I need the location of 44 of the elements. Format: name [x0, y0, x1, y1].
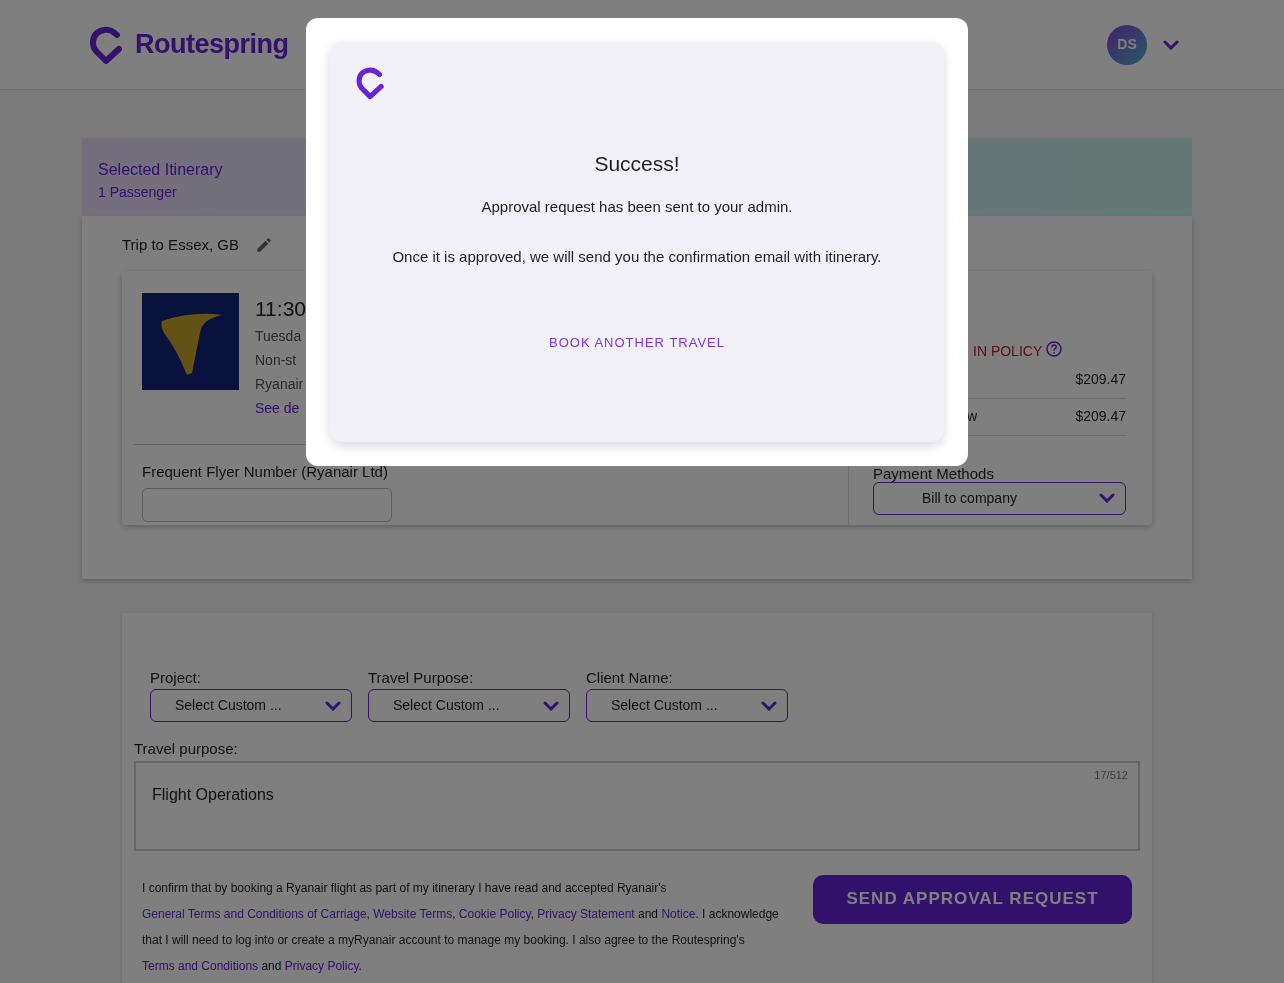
terms-link[interactable]: Privacy Statement	[537, 906, 635, 921]
itinerary-title: Selected Itinerary	[98, 160, 223, 180]
flight-time: 11:30	[255, 295, 306, 322]
character-counter: 17/512	[1094, 767, 1128, 783]
fare-amount: $209.47	[1075, 407, 1126, 426]
passenger-count: 1 Passenger	[98, 183, 177, 202]
custom-select[interactable]: Select Custom ...	[586, 689, 788, 722]
user-avatar[interactable]: DS	[1107, 24, 1147, 65]
policy-status: IN POLICY	[973, 341, 1043, 361]
custom-select[interactable]: Select Custom ...	[150, 689, 352, 722]
details-link[interactable]: See de	[255, 396, 306, 420]
travel-purpose-field[interactable]: Flight Operations 17/512	[134, 760, 1140, 851]
pencil-icon[interactable]	[255, 236, 273, 255]
chevron-down-icon	[761, 700, 777, 711]
field-label: Travel Purpose:	[368, 667, 475, 688]
airline-name: Ryanair	[255, 375, 305, 394]
flight-date: Tuesda	[255, 327, 303, 346]
help-icon[interactable]	[1046, 340, 1063, 357]
terms-link[interactable]: Privacy Policy	[284, 958, 359, 973]
field-label: Project:	[150, 667, 202, 688]
dialog-title: Success!	[593, 151, 681, 177]
custom-select[interactable]: Select Custom ...	[368, 689, 570, 722]
dialog-message: Approval request has been sent to your admin.	[480, 196, 794, 217]
payment-select[interactable]: Bill to company	[873, 481, 1126, 515]
brand-name: Routespring	[135, 28, 289, 62]
frequent-flyer-label: Frequent Flyer Number (Ryanair Ltd)	[142, 462, 389, 482]
flight-stops: Non-st	[255, 351, 298, 370]
book-another-link[interactable]: BOOK ANOTHER TRAVEL	[549, 332, 725, 352]
terms-link[interactable]: Cookie Policy	[458, 906, 531, 921]
trip-title: Trip to Essex, GB	[122, 235, 239, 255]
payment-label: Payment Methods	[873, 465, 995, 482]
chevron-down-icon	[325, 700, 341, 711]
field-label: Client Name:	[586, 667, 674, 688]
fare-amount: $209.47	[1075, 370, 1126, 389]
chevron-down-icon	[1163, 39, 1179, 50]
send-approval-button[interactable]: SEND APPROVAL REQUEST	[813, 874, 1132, 924]
chevron-down-icon	[1099, 493, 1115, 503]
terms-text: I confirm that by booking a Ryanair flight as part of my itinerary I have read and accepted Ryanair's General Terms and Conditions of Carriage, Website Terms, Cookie Policy, Privacy Statement and Notice. I acknowledge that I will need to log into or create a myRyanair account to manage my booking. I also agree to the Routespring's Terms and Conditions and Privacy Policy.	[141, 879, 780, 975]
travel-purpose-label: Travel purpose:	[134, 739, 239, 759]
terms-link[interactable]: Terms and Conditions	[142, 958, 259, 973]
frequent-flyer-field[interactable]	[142, 487, 392, 522]
dialog-note: Once it is approved, we will send you the confirmation email with itinerary.	[391, 247, 883, 267]
chevron-down-icon	[543, 700, 559, 711]
terms-link[interactable]: General Terms and Conditions of Carriage	[142, 906, 367, 921]
